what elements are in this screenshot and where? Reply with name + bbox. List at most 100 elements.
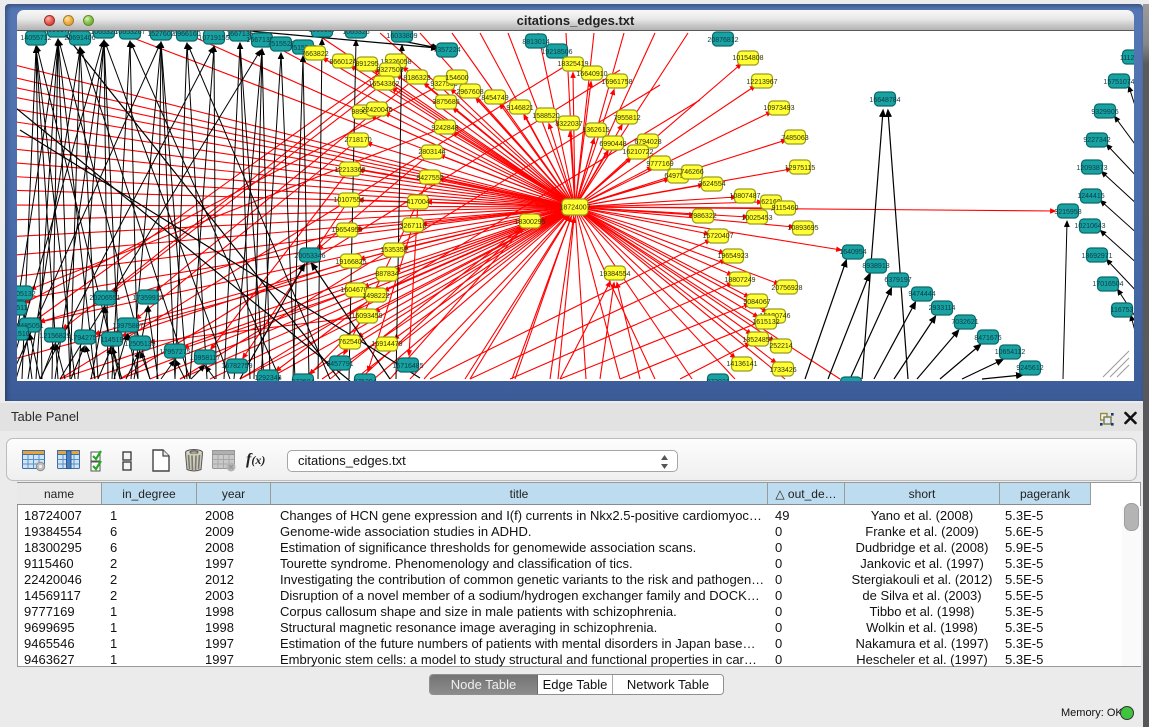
svg-text:873594: 873594 bbox=[291, 379, 314, 381]
svg-text:10807487: 10807487 bbox=[729, 193, 760, 200]
svg-text:7663822: 7663822 bbox=[301, 51, 328, 58]
svg-text:18724007: 18724007 bbox=[559, 205, 590, 212]
svg-text:9327503: 9327503 bbox=[376, 67, 403, 74]
svg-text:873021: 873021 bbox=[706, 379, 729, 381]
svg-text:19166825: 19166825 bbox=[335, 259, 366, 266]
svg-text:1060537: 1060537 bbox=[308, 31, 335, 34]
svg-text:20053346: 20053346 bbox=[294, 253, 325, 260]
svg-text:9457791: 9457791 bbox=[326, 361, 353, 368]
svg-text:14136141: 14136141 bbox=[726, 361, 757, 368]
svg-text:16961758: 16961758 bbox=[601, 79, 632, 86]
svg-text:1527602: 1527602 bbox=[147, 31, 174, 38]
svg-text:12093873: 12093873 bbox=[1076, 165, 1107, 172]
svg-text:6379197: 6379197 bbox=[884, 277, 911, 284]
svg-text:5305132: 5305132 bbox=[17, 291, 36, 298]
svg-text:1640954: 1640954 bbox=[839, 249, 866, 256]
svg-text:116753: 116753 bbox=[1111, 307, 1134, 314]
svg-text:252214: 252214 bbox=[769, 343, 792, 350]
svg-text:17957275: 17957275 bbox=[159, 349, 190, 356]
svg-text:10107554: 10107554 bbox=[333, 197, 364, 204]
svg-text:891295: 891295 bbox=[355, 61, 378, 68]
svg-text:20206551: 20206551 bbox=[89, 295, 120, 302]
svg-text:3267110: 3267110 bbox=[400, 223, 427, 230]
svg-text:16033809: 16033809 bbox=[386, 33, 417, 40]
svg-text:7032621: 7032621 bbox=[951, 319, 978, 326]
svg-text:762540: 762540 bbox=[338, 339, 361, 346]
svg-text:8454749: 8454749 bbox=[481, 95, 508, 102]
svg-text:9242848: 9242848 bbox=[431, 125, 458, 132]
svg-text:9777169: 9777169 bbox=[646, 161, 673, 168]
svg-text:10154808: 10154808 bbox=[732, 55, 763, 62]
svg-text:746266: 746266 bbox=[680, 169, 703, 176]
svg-text:1498222: 1498222 bbox=[362, 293, 389, 300]
svg-text:417004: 417004 bbox=[406, 199, 429, 206]
svg-text:1112753: 1112753 bbox=[1120, 55, 1134, 62]
svg-text:17016504: 17016504 bbox=[1092, 281, 1123, 288]
svg-text:154600: 154600 bbox=[445, 75, 468, 82]
svg-text:1588520: 1588520 bbox=[532, 113, 559, 120]
svg-text:20876812: 20876812 bbox=[707, 37, 738, 44]
svg-text:19384554: 19384554 bbox=[599, 271, 630, 278]
svg-text:887834: 887834 bbox=[375, 271, 398, 278]
svg-text:10958117: 10958117 bbox=[190, 355, 221, 362]
svg-text:2803144: 2803144 bbox=[418, 149, 445, 156]
svg-text:16782759: 16782759 bbox=[221, 363, 252, 370]
svg-text:10025453: 10025453 bbox=[741, 215, 772, 222]
svg-text:9329906: 9329906 bbox=[1091, 109, 1118, 116]
svg-text:3215958: 3215958 bbox=[1054, 209, 1081, 216]
svg-text:8471676: 8471676 bbox=[974, 335, 1001, 342]
svg-text:20756928: 20756928 bbox=[771, 285, 802, 292]
svg-text:19218506: 19218506 bbox=[541, 49, 572, 56]
svg-text:18300295: 18300295 bbox=[514, 219, 545, 226]
svg-text:2967608: 2967608 bbox=[456, 89, 483, 96]
svg-text:19654959: 19654959 bbox=[331, 227, 362, 234]
svg-text:114519: 114519 bbox=[101, 337, 124, 344]
svg-text:16543362: 16543362 bbox=[368, 81, 399, 88]
svg-text:9227342: 9227342 bbox=[1083, 137, 1110, 144]
svg-text:16093459: 16093459 bbox=[351, 313, 382, 320]
svg-text:17359914: 17359914 bbox=[132, 295, 163, 302]
svg-text:6966160: 6966160 bbox=[173, 31, 200, 38]
svg-text:6990448: 6990448 bbox=[599, 141, 626, 148]
svg-text:8660124: 8660124 bbox=[329, 59, 356, 66]
svg-text:7357224: 7357224 bbox=[433, 47, 460, 54]
svg-text:16640910: 16640910 bbox=[576, 71, 607, 78]
svg-text:8813014: 8813014 bbox=[522, 39, 549, 46]
svg-text:15716485: 15716485 bbox=[392, 363, 423, 370]
svg-text:14055712: 14055712 bbox=[20, 35, 51, 42]
svg-text:1733426: 1733426 bbox=[769, 367, 796, 374]
svg-text:10973493: 10973493 bbox=[763, 105, 794, 112]
svg-text:16210722: 16210722 bbox=[622, 149, 653, 156]
svg-text:8186323: 8186323 bbox=[403, 75, 430, 82]
svg-text:10653267: 10653267 bbox=[114, 31, 145, 36]
svg-text:10210643: 10210643 bbox=[1074, 223, 1105, 230]
svg-text:12156829: 12156829 bbox=[39, 333, 70, 340]
svg-text:13975887: 13975887 bbox=[112, 323, 143, 330]
svg-text:7485063: 7485063 bbox=[781, 135, 808, 142]
svg-text:2933114: 2933114 bbox=[929, 305, 956, 312]
svg-text:15720407: 15720407 bbox=[702, 233, 733, 240]
svg-text:9474444: 9474444 bbox=[908, 291, 935, 298]
svg-text:15751074: 15751074 bbox=[1103, 79, 1134, 86]
svg-text:391510: 391510 bbox=[17, 331, 30, 338]
svg-text:7955812: 7955812 bbox=[613, 115, 640, 122]
svg-text:1615132: 1615132 bbox=[752, 319, 779, 326]
svg-text:3875685: 3875685 bbox=[432, 99, 459, 106]
svg-text:22420046: 22420046 bbox=[361, 107, 392, 114]
svg-text:12505135: 12505135 bbox=[124, 341, 155, 348]
svg-text:20691406: 20691406 bbox=[64, 35, 95, 42]
svg-text:17942757: 17942757 bbox=[69, 335, 100, 342]
svg-text:10654112: 10654112 bbox=[995, 349, 1026, 356]
svg-text:2718170: 2718170 bbox=[344, 137, 371, 144]
svg-text:8427552: 8427552 bbox=[416, 175, 443, 182]
svg-text:12975115: 12975115 bbox=[785, 165, 816, 172]
svg-text:8322037: 8322037 bbox=[555, 121, 582, 128]
svg-text:9084067: 9084067 bbox=[743, 299, 770, 306]
svg-text:9115460: 9115460 bbox=[772, 205, 799, 212]
svg-text:1362615: 1362615 bbox=[582, 127, 609, 134]
svg-text:1065326: 1065326 bbox=[342, 31, 369, 36]
svg-text:7986322: 7986322 bbox=[689, 213, 716, 220]
svg-text:16914479: 16914479 bbox=[371, 341, 402, 348]
svg-text:18807249: 18807249 bbox=[724, 277, 755, 284]
svg-text:1244415: 1244415 bbox=[1077, 193, 1104, 200]
